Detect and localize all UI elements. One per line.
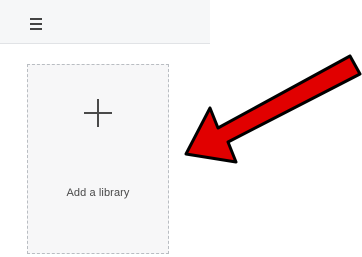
hamburger-menu-icon[interactable] [30, 18, 48, 32]
plus-icon [84, 99, 112, 127]
add-library-card[interactable]: Add a library [27, 64, 169, 254]
top-bar [0, 0, 210, 44]
screenshot-stage: Add a library [0, 0, 362, 257]
red-arrow-icon [184, 54, 362, 164]
add-library-label: Add a library [66, 187, 130, 199]
